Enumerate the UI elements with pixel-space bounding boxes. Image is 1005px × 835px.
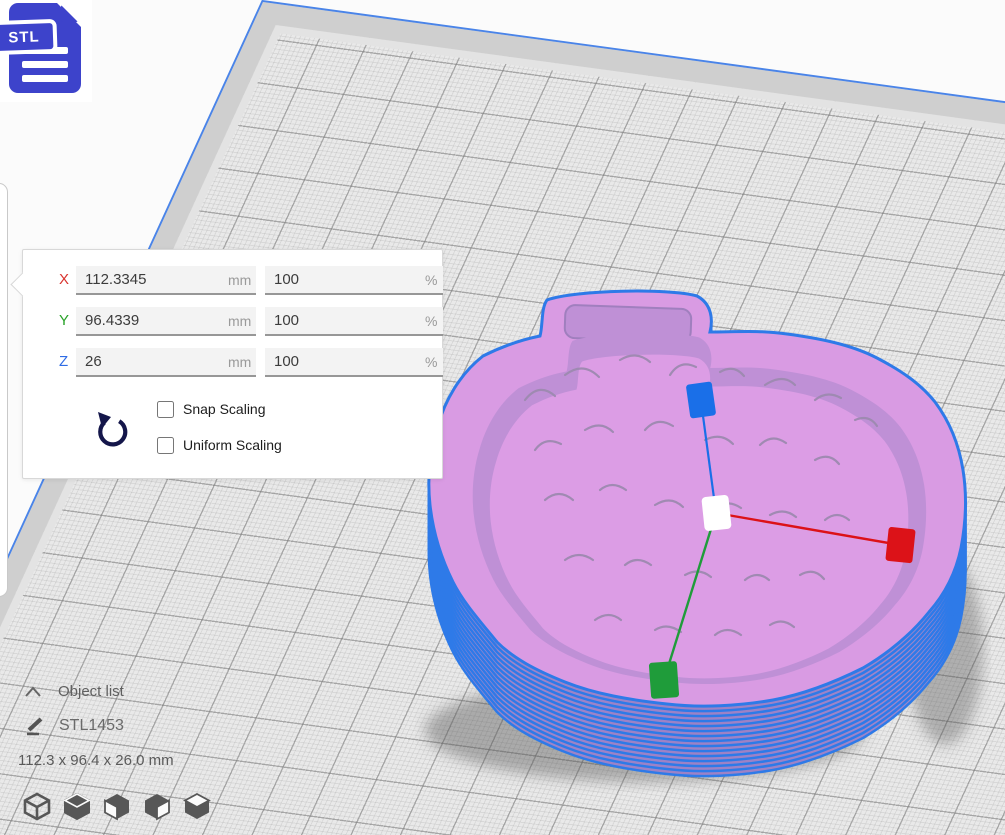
stl-file-icon: STL (0, 0, 92, 102)
model-dimensions: 112.3 x 96.4 x 26.0 mm (18, 752, 174, 769)
scale-row-y: Y mm % (23, 307, 442, 336)
snap-scaling-row: Snap Scaling (157, 399, 266, 419)
view-front-icon (62, 790, 92, 822)
left-toolbar-edge (0, 183, 8, 597)
uniform-scaling-checkbox[interactable] (157, 437, 174, 454)
z-size-input[interactable] (76, 348, 256, 377)
reset-arrow-icon (93, 410, 131, 452)
reset-scale-button[interactable] (91, 410, 133, 454)
y-scale-handle[interactable] (649, 661, 679, 699)
pencil-icon (24, 716, 46, 736)
view-right-button[interactable] (182, 790, 212, 822)
uniform-scaling-row: Uniform Scaling (157, 435, 282, 455)
z-axis-label: Z (59, 353, 68, 370)
chevron-up-icon (24, 686, 42, 698)
view-right-icon (182, 790, 212, 822)
y-axis-label: Y (59, 312, 69, 329)
center-scale-handle[interactable] (701, 495, 731, 532)
scale-row-z: Z mm % (23, 348, 442, 377)
z-scale-handle[interactable] (686, 381, 716, 418)
view-top-button[interactable] (102, 790, 132, 822)
view-front-button[interactable] (62, 790, 92, 822)
object-list-title: Object list (58, 683, 124, 700)
model-stl1453[interactable] (415, 280, 1000, 800)
object-list-header[interactable]: Object list (24, 683, 124, 700)
y-size-input[interactable] (76, 307, 256, 336)
object-list-item[interactable]: STL1453 (24, 716, 124, 736)
x-scale-handle[interactable] (885, 527, 915, 564)
scale-tool-panel: X mm % Y mm % Z mm % (22, 249, 443, 479)
view-left-icon (142, 790, 172, 822)
camera-view-toolbar (22, 790, 212, 822)
y-percent-input[interactable] (265, 307, 443, 336)
scale-row-x: X mm % (23, 266, 442, 295)
z-percent-input[interactable] (265, 348, 443, 377)
view-3d-button[interactable] (22, 790, 52, 822)
view-top-icon (102, 790, 132, 822)
view-3d-icon (22, 790, 52, 822)
stl-label: STL (0, 19, 58, 55)
cura-viewport: { "window": { "background": "#fbfbfb" },… (0, 0, 1005, 835)
x-axis-label: X (59, 271, 69, 288)
x-size-input[interactable] (76, 266, 256, 295)
view-left-button[interactable] (142, 790, 172, 822)
object-name: STL1453 (59, 717, 124, 735)
snap-scaling-label: Snap Scaling (183, 401, 266, 417)
snap-scaling-checkbox[interactable] (157, 401, 174, 418)
x-percent-input[interactable] (265, 266, 443, 295)
uniform-scaling-label: Uniform Scaling (183, 437, 282, 453)
